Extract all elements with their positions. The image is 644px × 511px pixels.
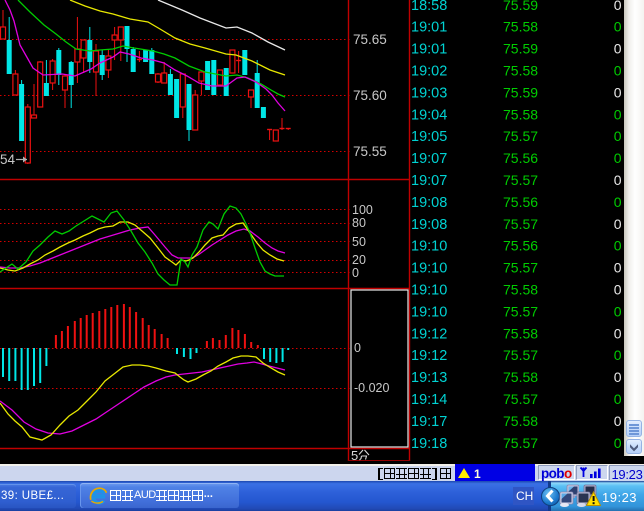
svg-text:19:05: 19:05 xyxy=(411,129,447,145)
svg-text:19:07: 19:07 xyxy=(411,173,447,189)
svg-text:0: 0 xyxy=(614,282,622,298)
svg-text:75.59: 75.59 xyxy=(503,0,538,13)
svg-text:54: 54 xyxy=(0,152,16,167)
svg-text:19:08: 19:08 xyxy=(411,217,447,233)
svg-text:19:10: 19:10 xyxy=(411,239,447,255)
svg-text:75.59: 75.59 xyxy=(503,41,538,57)
svg-text:19:03: 19:03 xyxy=(411,85,447,101)
svg-text:75.58: 75.58 xyxy=(503,325,538,341)
svg-text:75.58: 75.58 xyxy=(503,63,538,79)
svg-text:75.58: 75.58 xyxy=(503,282,538,298)
svg-text:19:08: 19:08 xyxy=(411,195,447,211)
svg-text:0: 0 xyxy=(614,0,622,13)
svg-text:18:58: 18:58 xyxy=(411,0,447,14)
svg-text:0: 0 xyxy=(614,369,622,385)
svg-text:75.58: 75.58 xyxy=(503,19,538,35)
svg-text:0: 0 xyxy=(614,150,622,166)
svg-text:19:18: 19:18 xyxy=(411,436,447,452)
svg-text:100: 100 xyxy=(352,203,373,217)
svg-text:19:12: 19:12 xyxy=(411,348,447,364)
svg-text:75.56: 75.56 xyxy=(503,238,538,254)
svg-text:19:12: 19:12 xyxy=(411,326,447,342)
svg-text:19:02: 19:02 xyxy=(411,64,447,80)
svg-text:75.55: 75.55 xyxy=(353,144,387,159)
svg-text:75.56: 75.56 xyxy=(503,150,538,166)
svg-text:75.58: 75.58 xyxy=(503,413,538,429)
svg-text:0: 0 xyxy=(352,266,359,280)
svg-text:0: 0 xyxy=(614,41,622,57)
svg-text:19:04: 19:04 xyxy=(411,107,447,123)
svg-text:0: 0 xyxy=(614,347,622,363)
svg-text:0: 0 xyxy=(614,260,622,276)
svg-text:0: 0 xyxy=(614,413,622,429)
svg-text:75.56: 75.56 xyxy=(503,194,538,210)
svg-text:20: 20 xyxy=(352,253,366,267)
svg-text:19:07: 19:07 xyxy=(411,151,447,167)
svg-text:19:17: 19:17 xyxy=(411,414,447,430)
svg-text:19:10: 19:10 xyxy=(411,261,447,277)
svg-text:19:01: 19:01 xyxy=(411,42,447,58)
svg-text:0: 0 xyxy=(614,194,622,210)
svg-text:75.57: 75.57 xyxy=(503,260,538,276)
svg-text:0: 0 xyxy=(614,325,622,341)
svg-text:0: 0 xyxy=(354,341,361,355)
svg-text:19:01: 19:01 xyxy=(411,20,447,36)
svg-text:19:13: 19:13 xyxy=(411,370,447,386)
svg-text:80: 80 xyxy=(352,216,366,230)
svg-text:75.60: 75.60 xyxy=(353,88,387,103)
svg-text:0: 0 xyxy=(614,106,622,122)
svg-text:75.65: 75.65 xyxy=(353,32,387,47)
svg-text:0: 0 xyxy=(614,216,622,232)
svg-text:75.59: 75.59 xyxy=(503,84,538,100)
svg-text:75.57: 75.57 xyxy=(503,435,538,451)
svg-text:19:10: 19:10 xyxy=(411,283,447,299)
svg-text:19:14: 19:14 xyxy=(411,392,447,408)
svg-text:0: 0 xyxy=(614,63,622,79)
svg-text:50: 50 xyxy=(352,235,366,249)
svg-text:0: 0 xyxy=(614,128,622,144)
svg-text:75.58: 75.58 xyxy=(503,106,538,122)
svg-text:5: 5 xyxy=(351,448,358,463)
svg-text:0: 0 xyxy=(614,391,622,407)
svg-text:-0.020: -0.020 xyxy=(354,381,389,395)
svg-text:75.58: 75.58 xyxy=(503,369,538,385)
svg-text:75.57: 75.57 xyxy=(503,391,538,407)
svg-text:0: 0 xyxy=(614,84,622,100)
svg-text:0: 0 xyxy=(614,303,622,319)
svg-text:19:10: 19:10 xyxy=(411,304,447,320)
svg-text:75.57: 75.57 xyxy=(503,347,538,363)
svg-text:0: 0 xyxy=(614,238,622,254)
svg-text:75.57: 75.57 xyxy=(503,216,538,232)
svg-text:75.57: 75.57 xyxy=(503,128,538,144)
svg-text:0: 0 xyxy=(614,19,622,35)
svg-text:0: 0 xyxy=(614,172,622,188)
svg-text:0: 0 xyxy=(614,435,622,451)
svg-text:75.57: 75.57 xyxy=(503,303,538,319)
svg-text:75.57: 75.57 xyxy=(503,172,538,188)
